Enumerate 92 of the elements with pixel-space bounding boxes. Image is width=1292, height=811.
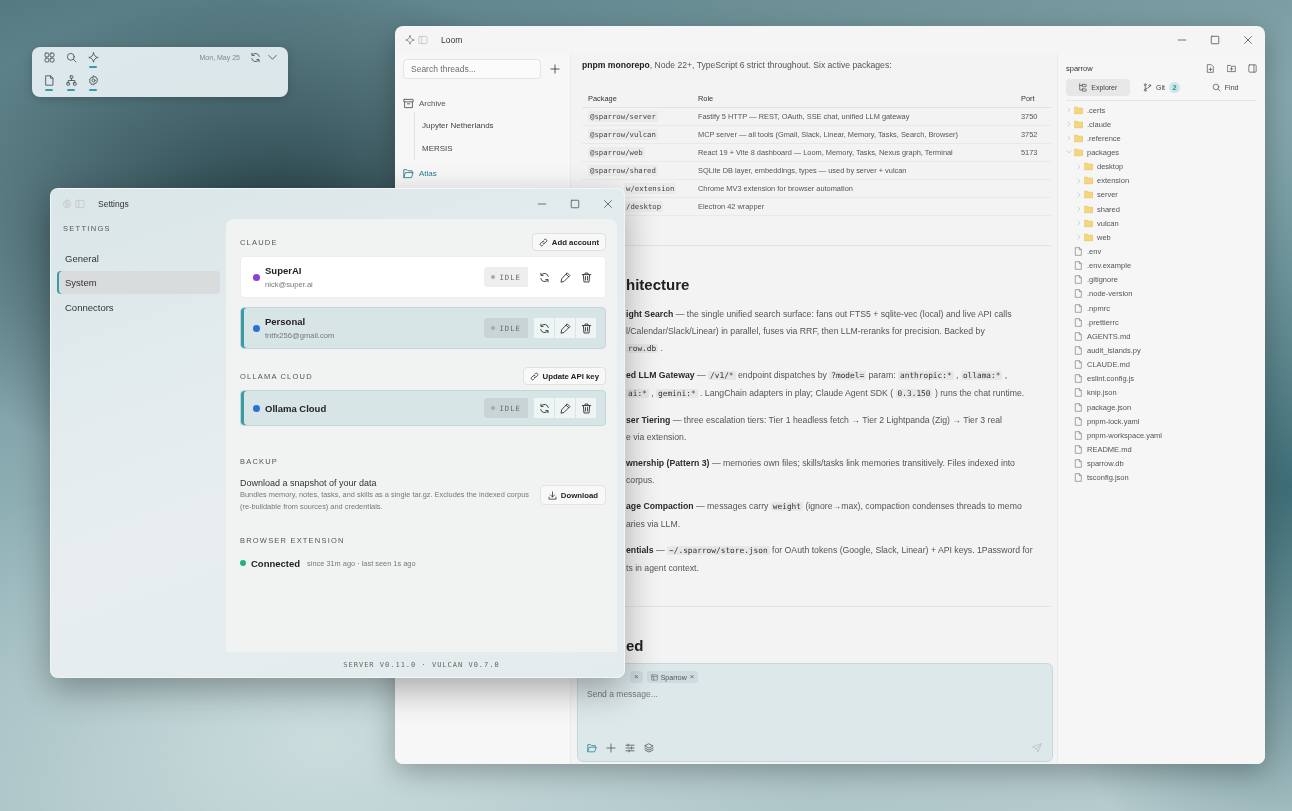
link-icon: [529, 371, 539, 381]
layers-icon[interactable]: [644, 743, 654, 753]
window-title: Loom: [441, 35, 463, 45]
file-icon: [1074, 345, 1083, 355]
file-icon: [1074, 246, 1083, 256]
link-icon: [538, 237, 548, 247]
search-icon[interactable]: [65, 52, 77, 63]
plus-icon[interactable]: [550, 64, 560, 74]
chip-remove[interactable]: ×: [634, 671, 639, 683]
pencil-icon: [559, 271, 571, 283]
edit-button[interactable]: [555, 398, 575, 418]
file-icon: [1074, 444, 1083, 454]
refresh-button[interactable]: [534, 398, 554, 418]
connection-status: Connected: [251, 557, 301, 569]
pencil-icon: [559, 322, 571, 334]
trash-icon: [580, 322, 592, 334]
search-field[interactable]: Search threads...: [403, 59, 541, 79]
chevron-down-icon[interactable]: [267, 52, 278, 63]
account-name: SuperAI: [265, 265, 303, 276]
file-icon: [1074, 388, 1083, 398]
sliders-icon[interactable]: [625, 743, 635, 753]
file-icon: [1074, 303, 1083, 313]
download-icon: [547, 490, 557, 500]
message-input[interactable]: Send a message...: [587, 689, 887, 699]
refresh-icon: [538, 271, 550, 283]
paragraph: wnership (Pattern 3) — memories own files; skills/tasks link memories transitively. Files indexed into corpus.: [626, 457, 1016, 487]
panel-icon[interactable]: [1248, 63, 1257, 73]
account-name: Personal: [265, 316, 307, 327]
sparkle-icon[interactable]: [87, 52, 99, 63]
hierarchy-icon[interactable]: [65, 75, 77, 86]
file-icon: [1074, 317, 1083, 327]
maximize-icon[interactable]: [570, 199, 580, 209]
folder-item[interactable]: Archive: [403, 94, 562, 112]
file-icon: [1074, 261, 1083, 271]
file-icon: [1074, 289, 1083, 299]
file-icon[interactable]: [43, 75, 55, 86]
nav-item[interactable]: Connectors: [57, 295, 220, 319]
file-icon: [1074, 374, 1083, 384]
new-file-icon[interactable]: [1206, 63, 1215, 73]
new-folder-icon[interactable]: [1227, 63, 1236, 73]
maximize-icon[interactable]: [1210, 35, 1220, 45]
plus-icon[interactable]: [606, 743, 616, 753]
file-icon: [1074, 360, 1083, 370]
delete-button[interactable]: [576, 398, 596, 418]
close-icon[interactable]: [603, 199, 613, 209]
folder-item[interactable]: Atlas: [403, 164, 562, 182]
refresh-icon: [538, 402, 550, 414]
thread-item[interactable]: MERSIS: [422, 137, 562, 160]
chip-remove[interactable]: ×: [689, 671, 695, 683]
settings-icon[interactable]: [87, 75, 99, 86]
delete-button[interactable]: [576, 318, 596, 338]
section-heading: hitecture: [626, 275, 691, 295]
settings-icon: [62, 199, 72, 209]
nav-item[interactable]: General: [57, 246, 220, 270]
sidebar-toggle-icon[interactable]: [75, 199, 85, 209]
file-icon: [1074, 430, 1083, 440]
file-icon: [1074, 402, 1083, 412]
paragraph: ser Tiering — three escalation tiers: Tier 1 headless fetch → Tier 2 Lightpanda (Zig) → Tier 3 real e via extension.: [626, 414, 1003, 444]
tree-icon: [1078, 83, 1088, 92]
sidebar-toggle-icon[interactable]: [418, 35, 428, 45]
grid-icon[interactable]: [43, 52, 55, 63]
refresh-button[interactable]: [534, 318, 554, 338]
folder-icon: [403, 167, 414, 179]
search-icon: [1211, 83, 1221, 92]
folder-icon[interactable]: [587, 743, 597, 753]
context-chip[interactable]: ×: [630, 671, 643, 683]
file-icon: [1074, 331, 1083, 341]
nav-item[interactable]: System: [57, 271, 220, 294]
sparkle-icon: [405, 35, 415, 45]
backup-title: Download a snapshot of your data: [240, 477, 378, 489]
trash-icon: [580, 271, 592, 283]
pencil-icon: [559, 402, 571, 414]
section-heading: ed: [626, 635, 645, 656]
intro-text: pnpm monorepo, Node 22+, TypeScript 6 strict throughout. Six active packages:: [582, 59, 893, 72]
branch-icon: [1143, 83, 1152, 92]
file-icon: [1074, 473, 1083, 483]
status-dot-icon: [491, 275, 496, 279]
edit-button[interactable]: [555, 318, 575, 338]
account-name: Ollama Cloud: [265, 402, 327, 414]
refresh-icon: [538, 322, 550, 334]
trash-icon: [580, 402, 592, 414]
thread-item[interactable]: Jupyter Netherlands: [422, 114, 562, 137]
refresh-icon[interactable]: [250, 52, 261, 63]
file-icon: [1074, 459, 1083, 469]
status-dot-icon: [491, 406, 496, 410]
panel-icon: [650, 673, 658, 681]
window-title: Settings: [98, 199, 129, 209]
file-icon: [1074, 275, 1083, 285]
close-icon[interactable]: [1243, 35, 1253, 45]
status-dot-icon: [491, 326, 496, 330]
archive-icon: [403, 97, 414, 109]
file-icon: [1074, 416, 1083, 426]
